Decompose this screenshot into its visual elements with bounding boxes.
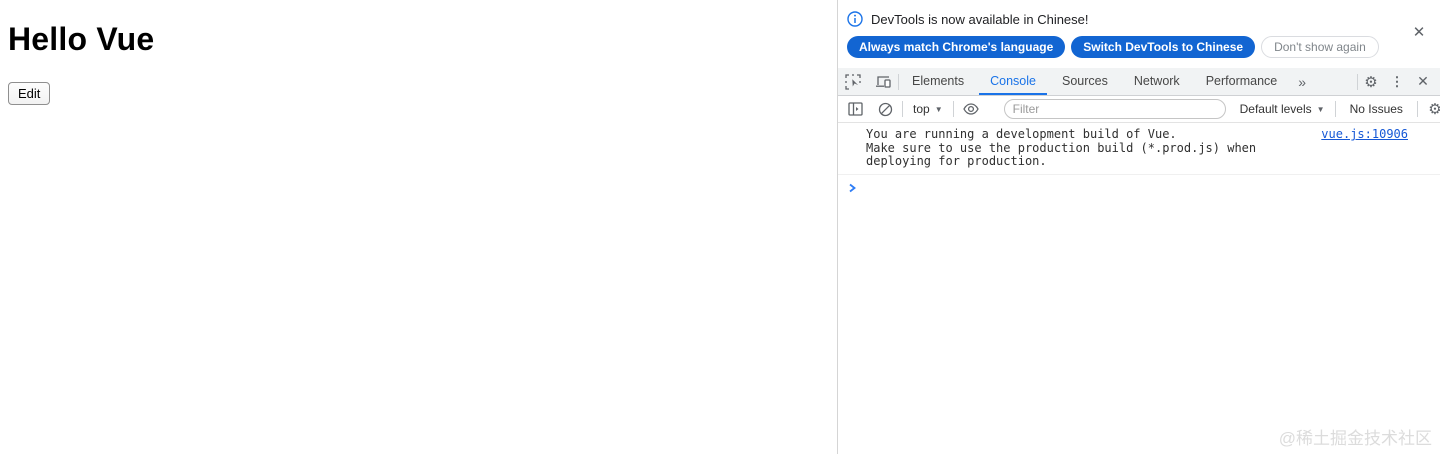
always-match-language-button[interactable]: Always match Chrome's language bbox=[847, 36, 1066, 58]
tab-network[interactable]: Network bbox=[1123, 68, 1191, 95]
console-prompt-chevron-icon bbox=[848, 183, 857, 193]
infobar-message: DevTools is now available in Chinese! bbox=[871, 11, 1089, 27]
devtools-panel: DevTools is now available in Chinese! Al… bbox=[838, 0, 1440, 454]
console-filter-input[interactable] bbox=[1003, 99, 1226, 119]
tab-console[interactable]: Console bbox=[979, 68, 1047, 95]
dont-show-again-button[interactable]: Don't show again bbox=[1261, 36, 1379, 58]
tabbar-divider bbox=[898, 73, 899, 90]
tab-elements[interactable]: Elements bbox=[901, 68, 975, 95]
default-levels-dropdown[interactable]: Default levels ▼ bbox=[1234, 102, 1331, 116]
chevron-down-icon: ▼ bbox=[934, 104, 943, 114]
more-tabs-icon[interactable]: » bbox=[1290, 68, 1314, 95]
toolbar-divider bbox=[952, 101, 954, 117]
live-expression-eye-icon[interactable] bbox=[958, 102, 984, 116]
devtools-close-icon[interactable]: ✕ bbox=[1410, 73, 1436, 90]
context-selector[interactable]: top ▼ bbox=[907, 102, 949, 116]
console-messages: You are running a development build of V… bbox=[838, 123, 1440, 454]
devtools-tabbar: Elements Console Sources Network Perform… bbox=[838, 68, 1440, 96]
console-sidebar-toggle-icon[interactable] bbox=[842, 102, 868, 116]
toolbar-divider bbox=[902, 101, 903, 117]
console-settings-gear-icon[interactable]: ⚙ bbox=[1422, 100, 1440, 118]
settings-gear-icon[interactable]: ⚙ bbox=[1358, 73, 1384, 91]
clear-console-icon[interactable] bbox=[872, 102, 898, 117]
info-icon bbox=[847, 11, 863, 27]
toolbar-divider bbox=[1334, 101, 1336, 117]
inspect-element-icon[interactable] bbox=[838, 68, 868, 95]
console-warning-text: You are running a development build of V… bbox=[866, 127, 1257, 168]
edit-button[interactable]: Edit bbox=[8, 82, 51, 105]
devtools-language-infobar: DevTools is now available in Chinese! Al… bbox=[838, 0, 1440, 68]
chevron-down-icon: ▼ bbox=[1316, 104, 1325, 114]
switch-devtools-chinese-button[interactable]: Switch DevTools to Chinese bbox=[1071, 36, 1256, 58]
tab-sources[interactable]: Sources bbox=[1051, 68, 1119, 95]
console-toolbar: top ▼ Default levels ▼ No Issues ⚙ bbox=[838, 96, 1440, 123]
message-source-link[interactable]: vue.js:10906 bbox=[1321, 127, 1408, 142]
tab-performance[interactable]: Performance bbox=[1195, 68, 1289, 95]
rendered-page: Hello Vue Edit bbox=[0, 0, 838, 454]
console-prompt[interactable] bbox=[838, 175, 1440, 193]
toolbar-divider bbox=[1416, 101, 1418, 117]
kebab-menu-icon[interactable]: ⋮ bbox=[1384, 74, 1410, 90]
device-toolbar-icon[interactable] bbox=[868, 68, 898, 95]
page-title: Hello Vue bbox=[8, 21, 155, 57]
issues-counter[interactable]: No Issues bbox=[1340, 102, 1413, 116]
console-message-row: You are running a development build of V… bbox=[838, 123, 1440, 175]
infobar-close-icon[interactable]: ✕ bbox=[1410, 24, 1428, 42]
